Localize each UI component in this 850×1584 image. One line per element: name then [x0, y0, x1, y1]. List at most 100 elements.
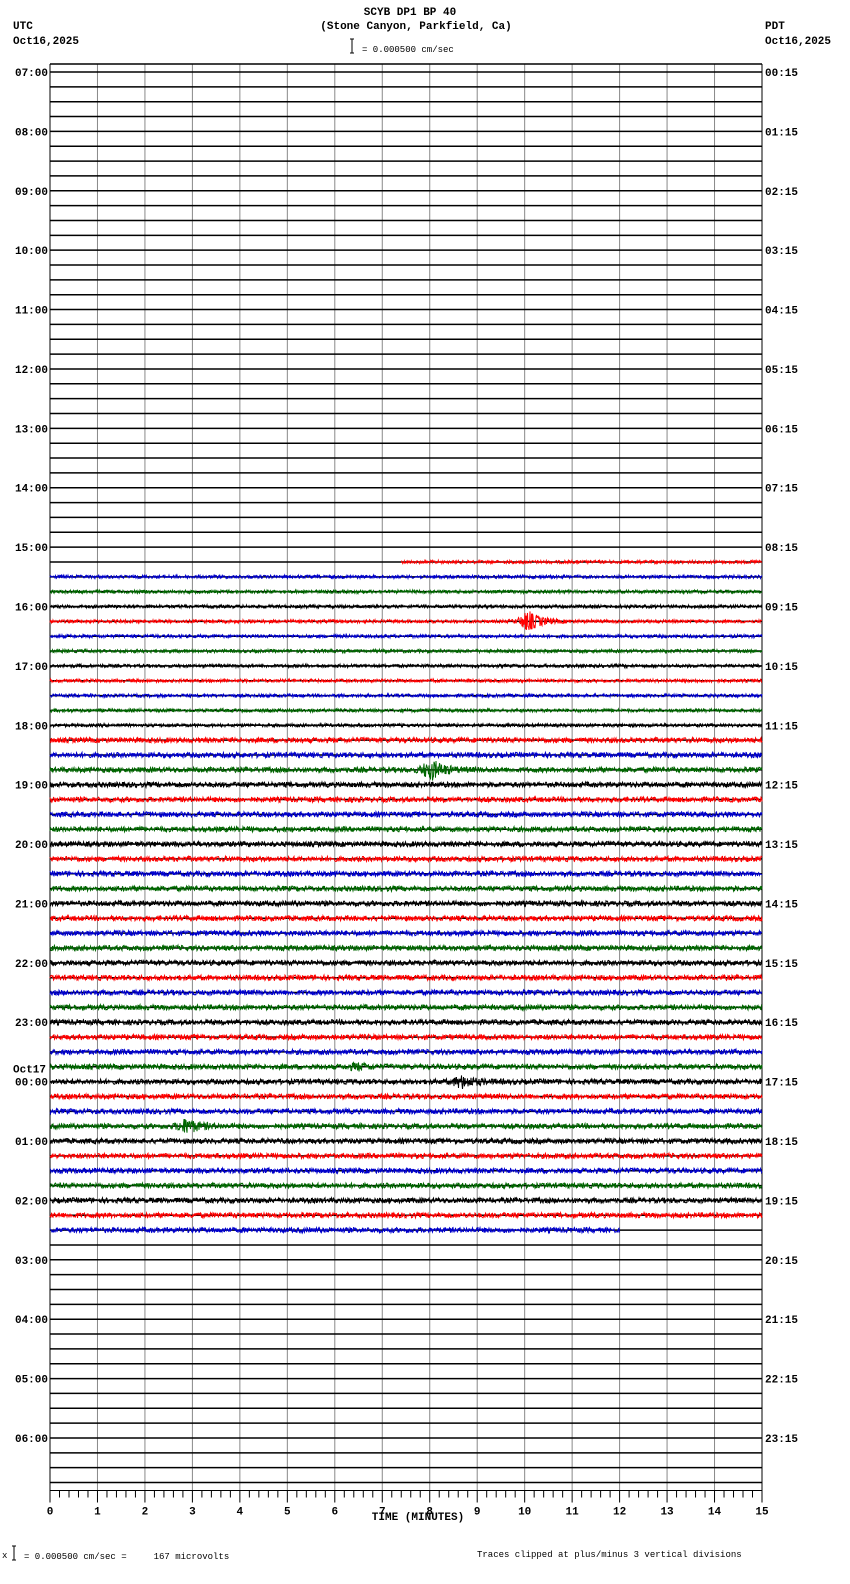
pdt-hour-label: 04:15: [765, 306, 798, 318]
utc-hour-label: 09:00: [15, 187, 48, 199]
x-tick-label: 9: [474, 1507, 481, 1519]
utc-hour-label: 12:00: [15, 365, 48, 377]
pdt-hour-label: 08:15: [765, 543, 798, 555]
seismic-trace: [49, 1032, 763, 1042]
seismic-trace: [400, 558, 763, 566]
x-tick-label: 1: [94, 1507, 101, 1519]
pdt-hour-label: 10:15: [765, 662, 798, 674]
seismic-trace: [49, 677, 763, 685]
seismic-trace: [49, 988, 763, 998]
footer-clip-note: Traces clipped at plus/minus 3 vertical …: [477, 1550, 742, 1560]
grid: [49, 63, 763, 1491]
utc-hour-label: 17:00: [15, 662, 48, 674]
right-date: Oct16,2025: [765, 36, 831, 48]
seismic-trace: [49, 611, 763, 630]
seismic-trace: [49, 884, 763, 894]
pdt-hour-label: 18:15: [765, 1137, 798, 1149]
left-date: Oct16,2025: [13, 36, 79, 48]
footer-scale-bar-icon: [12, 1545, 16, 1561]
utc-hour-label: 08:00: [15, 127, 48, 139]
x-tick-label: 13: [660, 1507, 674, 1519]
pdt-hour-label: 17:15: [765, 1078, 798, 1090]
seismic-trace: [49, 1106, 763, 1116]
left-timezone: UTC: [13, 21, 33, 33]
footer-scale-prefix: x: [2, 1551, 7, 1561]
seismic-trace: [49, 1136, 763, 1146]
utc-hour-label: 19:00: [15, 781, 48, 793]
seismic-trace: [49, 1151, 763, 1161]
utc-hour-label: 06:00: [15, 1434, 48, 1446]
x-tick-label: 6: [331, 1507, 338, 1519]
pdt-hour-label: 12:15: [765, 781, 798, 793]
pdt-hour-label: 03:15: [765, 246, 798, 258]
scale-label: = 0.000500 cm/sec: [362, 45, 454, 55]
seismic-trace: [49, 588, 763, 596]
x-tick-label: 4: [237, 1507, 244, 1519]
helicorder-plot: SCYB DP1 BP 40 (Stone Canyon, Parkfield,…: [2, 7, 831, 1562]
pdt-hour-label: 11:15: [765, 721, 798, 733]
utc-hour-label: 07:00: [15, 68, 48, 80]
chart-subtitle: (Stone Canyon, Parkfield, Ca): [320, 21, 511, 33]
utc-hour-label: 16:00: [15, 603, 48, 615]
x-tick-label: 0: [47, 1507, 54, 1519]
seismic-trace: [49, 1181, 763, 1190]
x-tick-label: 11: [566, 1507, 580, 1519]
utc-hour-label: 23:00: [15, 1018, 48, 1030]
right-timezone: PDT: [765, 21, 785, 33]
x-tick-label: 12: [613, 1507, 626, 1519]
seismic-trace: [49, 760, 763, 781]
seismic-trace: [49, 1195, 763, 1205]
seismic-trace: [49, 1092, 763, 1101]
utc-hour-label: 13:00: [15, 424, 48, 436]
seismic-trace: [49, 1002, 763, 1012]
pdt-hour-label: 21:15: [765, 1315, 798, 1327]
x-axis-label: TIME (MINUTES): [372, 1512, 464, 1524]
utc-hour-label: 02:00: [15, 1196, 48, 1208]
utc-hour-label: 10:00: [15, 246, 48, 258]
seismic-trace: [49, 898, 763, 908]
pdt-hour-label: 23:15: [765, 1434, 798, 1446]
pdt-hour-label: 19:15: [765, 1196, 798, 1208]
seismic-trace: [50, 913, 763, 923]
utc-hour-label: 15:00: [15, 543, 48, 555]
x-tick-label: 14: [708, 1507, 722, 1519]
x-tick-label: 5: [284, 1507, 291, 1519]
seismic-trace: [49, 780, 763, 790]
seismic-trace: [49, 1017, 763, 1027]
footer-scale-label: = 0.000500 cm/sec = 167 microvolts: [24, 1552, 229, 1562]
pdt-hour-label: 20:15: [765, 1256, 798, 1268]
utc-hour-label: 11:00: [15, 306, 48, 318]
x-tick-label: 10: [518, 1507, 531, 1519]
utc-hour-label: 20:00: [15, 840, 48, 852]
date-change-label: Oct17: [13, 1065, 46, 1077]
seismic-trace: [49, 602, 763, 611]
traces: [49, 558, 763, 1235]
utc-hour-label: 04:00: [15, 1315, 48, 1327]
utc-hour-label: 00:00: [15, 1078, 48, 1090]
pdt-hour-label: 02:15: [765, 187, 798, 199]
seismic-trace: [49, 1166, 763, 1176]
pdt-hour-label: 09:15: [765, 603, 798, 615]
pdt-hour-label: 00:15: [765, 68, 798, 80]
pdt-hour-label: 07:15: [765, 484, 798, 496]
x-tick-label: 2: [142, 1507, 149, 1519]
utc-hour-label: 18:00: [15, 721, 48, 733]
seismic-trace: [49, 706, 763, 714]
x-tick-label: 15: [755, 1507, 769, 1519]
utc-hour-label: 22:00: [15, 959, 48, 971]
pdt-hour-label: 16:15: [765, 1018, 798, 1030]
pdt-hour-label: 01:15: [765, 127, 798, 139]
utc-hour-label: 01:00: [15, 1137, 48, 1149]
seismic-trace: [49, 928, 763, 938]
utc-hour-label: 21:00: [15, 899, 48, 911]
pdt-hour-label: 22:15: [765, 1375, 798, 1387]
pdt-hour-label: 05:15: [765, 365, 798, 377]
chart-title: SCYB DP1 BP 40: [364, 7, 456, 19]
pdt-hour-label: 06:15: [765, 424, 798, 436]
seismic-trace: [49, 1047, 763, 1057]
pdt-hour-label: 14:15: [765, 899, 798, 911]
pdt-hour-label: 13:15: [765, 840, 798, 852]
x-tick-label: 3: [189, 1507, 196, 1519]
utc-hour-label: 03:00: [15, 1256, 48, 1268]
utc-hour-label: 05:00: [15, 1375, 48, 1387]
